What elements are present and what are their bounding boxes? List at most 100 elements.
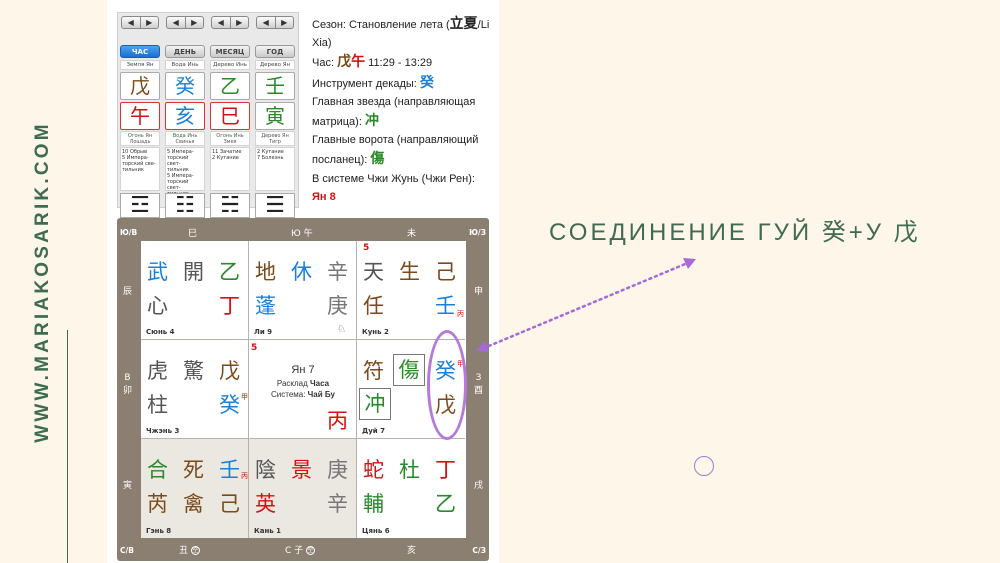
star: 芮 — [147, 492, 168, 516]
hour-line: Час: 戊午 11:29 - 13:29 — [312, 53, 433, 70]
deity: 地 — [255, 260, 276, 284]
earth-stem: 丁 — [219, 294, 240, 318]
system-line: В системе Чжи Жунь (Чжи Рен): Ян 8 — [312, 172, 475, 203]
palace-xun[interactable]: 武 開 乙 心 丁 Сюнь 4 — [141, 241, 249, 340]
hexagram-icon: ☵ — [210, 193, 250, 218]
season-line: Сезон: Становление лета (立夏/Li Xia) — [312, 15, 490, 50]
door: 驚 — [183, 359, 204, 383]
pillar-month-arrows[interactable]: ◀ ▶ — [211, 16, 249, 29]
palace-number: 5 — [363, 243, 370, 253]
door: 景 — [291, 458, 312, 482]
pillar-stem: 癸 — [165, 72, 205, 100]
palace-kan[interactable]: 陰 景 庚 英 辛 Кань 1 — [249, 439, 357, 538]
site-url-vertical: WWW.MARIAKOSARIK.COM — [32, 120, 53, 443]
pillar-element: Вода Инь — [165, 60, 205, 70]
gate-line: Главные ворота (направляющий посланец): … — [312, 134, 479, 167]
branch-top-left: 巳 — [188, 229, 198, 239]
door: 開 — [183, 260, 204, 284]
pillar-stem: 乙 — [210, 72, 250, 100]
branch-left-bottom: 寅 — [123, 481, 133, 491]
deity: 武 — [147, 260, 168, 284]
heaven-stem: 己 — [435, 260, 456, 284]
tab-day[interactable]: ДЕНЬ — [165, 45, 205, 58]
branch-right-bottom: 戌 — [473, 481, 483, 491]
pillar-element: Дерево Инь — [210, 60, 250, 70]
earth-stem: 辛 — [327, 492, 348, 516]
palace-kun[interactable]: 5 天 生 己 任 壬 丙 Кунь 2 — [357, 241, 465, 340]
palace-qian[interactable]: 蛇 杜 丁 輔 乙 Цянь 6 — [357, 439, 465, 538]
palace-gen[interactable]: 合 死 壬 丙 芮 禽 己 Гэнь 8 — [141, 439, 249, 538]
branch-right-middle: З 酉 — [473, 373, 483, 396]
star-line: Главная звезда (направляющая матрица): 冲 — [312, 95, 476, 129]
deity: 虎 — [147, 359, 168, 383]
center-layout: Расклад Часа — [276, 379, 330, 388]
pillar-branch-name: Вода Инь Свинья — [165, 131, 205, 146]
pillar-year-arrows[interactable]: ◀ ▶ — [256, 16, 294, 29]
corner-ne: С/В — [120, 546, 134, 555]
pillar-stem: 戊 — [120, 72, 160, 100]
pillar-hour: ◀ ▶ ЧАС Земля Ян 戊 午 Огонь Ян Лошадь 10 О… — [118, 13, 162, 218]
pillar-day: ◀ ▶ ДЕНЬ Вода Инь 癸 亥 Вода Инь Свинья 5 И… — [163, 13, 207, 218]
circle-icon — [694, 456, 714, 476]
deity: 天 — [363, 260, 384, 284]
corner-se: Ю/В — [120, 228, 138, 237]
pillar-branch: 亥 — [165, 102, 205, 130]
earth-stem: 己 — [219, 492, 240, 516]
branch-top-right: 未 — [407, 229, 417, 239]
pillar-element: Дерево Ян — [255, 60, 295, 70]
palace-name: Ли 9 — [254, 328, 273, 336]
hexagram-icon: ☰ — [255, 193, 295, 218]
palace-li[interactable]: 地 休 辛 蓬 庚 ♘ Ли 9 — [249, 241, 357, 340]
earth-stem: 乙 — [435, 492, 456, 516]
corner-sw: Ю/З — [469, 228, 486, 237]
pillar-day-arrows[interactable]: ◀ ▶ — [166, 16, 204, 29]
star: 輔 — [363, 492, 384, 516]
branch-bottom-left: 丑 空 — [179, 546, 200, 556]
branch-right-top: 申 — [473, 287, 483, 297]
branch-top-middle: Ю 午 — [291, 229, 313, 239]
door: 死 — [183, 458, 204, 482]
hidden-stem: 丙 — [457, 310, 464, 318]
decade-line: Инструмент декады: 癸 — [312, 73, 434, 90]
palace-zhen[interactable]: 虎 驚 戊 柱 癸 甲 Чжэнь 3 — [141, 340, 249, 439]
heaven-stem: 戊 — [219, 359, 240, 383]
pillar-element: Земля Ян — [120, 60, 160, 70]
palace-name: Сюнь 4 — [146, 328, 175, 336]
palace-number: 5 — [251, 343, 258, 353]
earth-stem: 癸 — [219, 393, 240, 417]
star: 柱 — [147, 393, 168, 417]
hexagram-icon: ☲ — [120, 193, 160, 218]
tab-hour[interactable]: ЧАС — [120, 45, 160, 58]
earth-stem: 庚 — [327, 294, 348, 318]
hidden-stem: 甲 — [241, 393, 248, 401]
tab-month[interactable]: МЕСЯЦ — [210, 45, 250, 58]
deity: 符 — [363, 359, 384, 383]
palace-name: Цянь 6 — [362, 527, 390, 535]
headline: СОЕДИНЕНИЕ ГУЙ 癸+У 戊 — [549, 219, 921, 246]
pillar-branch: 午 — [120, 102, 160, 130]
deity: 蛇 — [363, 458, 384, 482]
highlight-oval — [427, 330, 467, 440]
pillar-branch: 巳 — [210, 102, 250, 130]
pillar-month: ◀ ▶ МЕСЯЦ Дерево Инь 乙 巳 Огонь Инь Змея 1… — [208, 13, 252, 218]
hidden-stem: 丙 — [241, 472, 248, 480]
pillar-stars: 2 Кутание 7 Болезнь — [255, 147, 295, 191]
heaven-stem: 辛 — [327, 260, 348, 284]
star: 任 — [363, 294, 384, 318]
pillar-branch: 寅 — [255, 102, 295, 130]
door: 生 — [399, 260, 420, 284]
star: 英 — [255, 492, 276, 516]
palace-name: Дуй 7 — [362, 427, 386, 435]
main-gate: 傷 — [393, 354, 425, 386]
pillar-stem: 壬 — [255, 72, 295, 100]
pillar-branch-name: Огонь Ян Лошадь — [120, 131, 160, 146]
main-star: 冲 — [359, 388, 391, 420]
pillar-hour-arrows[interactable]: ◀ ▶ — [121, 16, 159, 29]
pillar-branch-name: Дерево Ян Тигр — [255, 131, 295, 146]
door: 杜 — [399, 458, 420, 482]
pillars-widget: ◀ ▶ ЧАС Земля Ян 戊 午 Огонь Ян Лошадь 10 О… — [117, 12, 299, 218]
tab-year[interactable]: ГОД — [255, 45, 295, 58]
palace-center[interactable]: 5 Ян 7 Расклад Часа Система: Чай Бу 丙 — [249, 340, 357, 439]
pillar-stars: 5 Импера- торский свет- тильник 5 Импера… — [165, 147, 205, 197]
pillar-stars: 10 Обрыв 5 Импера- торский све- тильник — [120, 147, 160, 191]
